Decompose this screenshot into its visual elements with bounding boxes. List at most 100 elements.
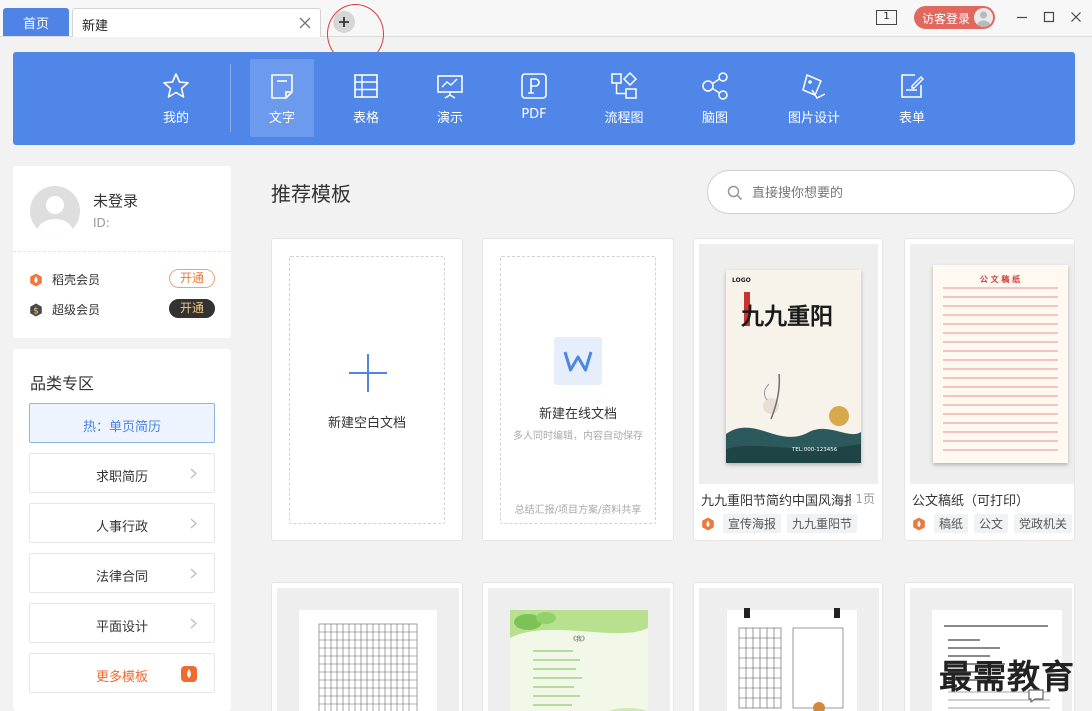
new-blank-doc-card[interactable]: 新建空白文档 [271,238,463,541]
poster-title: 九九重阳 [740,303,833,330]
close-window-icon[interactable] [1068,9,1084,25]
user-name[interactable]: 未登录 [93,190,138,211]
guest-avatar-icon [974,8,993,27]
category-hot-resume[interactable]: 热：单页简历 [29,403,215,443]
tool-image-design[interactable]: 图片设计 [781,59,847,137]
title-bar: 首页 新建 1 访客登录 [0,0,1092,37]
online-doc-w-icon [554,337,602,385]
category-panel: 品类专区 热：单页简历 求职简历 人事行政 法律合同 平面设计 更多模板 [13,349,231,711]
category-title: 品类专区 [30,374,95,393]
toolbar-divider [230,64,231,132]
super-member-icon: $ [30,303,42,316]
new-blank-doc-label: 新建空白文档 [327,416,406,431]
template-tag[interactable]: 九九重阳节 [787,514,858,533]
dashed-frame [500,256,656,524]
poster-logo: LOGO [732,277,751,284]
document-icon [271,74,293,99]
tool-mine[interactable]: 我的 [145,59,207,137]
tool-flowchart[interactable]: 流程图 [593,59,655,137]
section-title: 推荐模板 [271,182,351,206]
plus-icon [349,354,387,392]
search-icon [727,185,743,201]
tool-label: 表单 [898,111,925,126]
member-name: 超级会员 [52,303,101,317]
category-more-templates[interactable]: 更多模板 [29,653,215,693]
tool-table[interactable]: 表格 [335,59,397,137]
category-hr-admin[interactable]: 人事行政 [29,503,215,543]
tool-mindmap[interactable]: 脑图 [684,59,746,137]
user-id: ID: [93,216,110,230]
tool-label: 图片设计 [787,111,840,126]
tool-label: 我的 [162,111,189,126]
template-title: 公文稿纸（可打印） [912,494,1030,509]
close-tab-icon[interactable] [298,16,312,30]
category-graphic-design[interactable]: 平面设计 [29,603,215,643]
presentation-icon [437,75,463,99]
template-card[interactable]: 公 文 稿 纸 公文稿纸（可打印） 稿纸 公文 党政机关 [904,238,1075,541]
svg-text:$: $ [33,306,39,316]
new-online-doc-foot: 总结汇报/项目方案/资料共享 [514,505,642,516]
chevron-right-icon [190,518,197,529]
member-row-docer: 稻壳会员 [29,271,100,288]
template-tags: 稿纸 公文 党政机关 [912,514,1074,533]
tool-text[interactable]: 文字 [250,59,314,137]
mindmap-icon [702,72,728,100]
template-tag[interactable]: 公文 [974,514,1009,533]
docer-member-icon [30,273,42,286]
template-card[interactable] [271,582,463,711]
template-thumbnail: 《我》 [488,588,670,711]
tab-home-label: 首页 [22,16,49,32]
search-input[interactable] [752,181,1052,205]
member-row-super: $ 超级会员 [29,301,100,318]
template-card[interactable]: 《我》 [482,582,674,711]
flowchart-icon [611,71,638,99]
template-search[interactable] [707,170,1075,214]
avatar[interactable] [30,186,80,236]
chevron-right-icon [190,618,197,629]
tab-new[interactable]: 新建 [72,8,321,37]
star-icon [163,73,189,98]
docer-badge-icon [913,517,925,530]
new-online-doc-sub: 多人同时编辑，内容自动保存 [513,431,643,442]
tool-label: 脑图 [701,111,728,126]
new-online-doc-card[interactable]: 新建在线文档 多人同时编辑，内容自动保存 总结汇报/项目方案/资料共享 [482,238,674,541]
guest-login-label: 访客登录 [922,12,971,26]
app-toolbar: 我的 文字 表格 演示 PDF 流程图 脑图 图片设计 表单 [13,52,1075,145]
tool-label: 表格 [352,111,379,126]
tool-pdf[interactable]: PDF [503,59,565,137]
chevron-right-icon [190,568,197,579]
guest-login-button[interactable]: 访客登录 [914,6,995,29]
template-tag[interactable]: 党政机关 [1014,514,1073,533]
poster-tel: TEL:000-123456 [791,447,838,453]
member-name: 稻壳会员 [52,273,101,287]
super-open-button[interactable]: 开通 [169,299,215,318]
template-thumbnail [277,588,459,711]
template-card[interactable]: LOGO 九九重阳 TEL:000-123456 九九重阳节简约中国风海报 1页… [693,238,883,541]
tool-presentation[interactable]: 演示 [419,59,481,137]
user-avatar-icon [37,196,73,236]
watermark: 最需教育 [939,657,1075,696]
chat-bubble-icon[interactable] [1027,688,1045,704]
tool-form[interactable]: 表单 [881,59,943,137]
tab-new-label: 新建 [82,19,109,34]
template-card[interactable] [693,582,883,711]
new-online-doc-label: 新建在线文档 [538,407,617,422]
template-tag[interactable]: 稿纸 [934,514,969,533]
template-thumbnail [699,588,879,711]
chevron-right-icon [190,468,197,479]
maximize-icon[interactable] [1041,9,1057,25]
window-count-badge[interactable]: 1 [876,10,897,25]
docer-badge-icon [702,517,714,530]
form-icon [901,74,924,98]
tool-label: 流程图 [604,111,644,126]
category-job-resume[interactable]: 求职简历 [29,453,215,493]
category-legal-contract[interactable]: 法律合同 [29,553,215,593]
template-tag[interactable]: 宣传海报 [723,514,782,533]
minimize-icon[interactable] [1014,9,1030,25]
image-design-icon [802,74,826,99]
docer-open-button[interactable]: 开通 [169,269,215,288]
user-panel: 未登录 ID: 稻壳会员 开通 $ 超级会员 开通 [13,166,231,338]
pdf-icon [521,73,547,99]
tab-home[interactable]: 首页 [3,8,69,36]
template-tags: 宣传海报 九九重阳节 [701,514,863,533]
